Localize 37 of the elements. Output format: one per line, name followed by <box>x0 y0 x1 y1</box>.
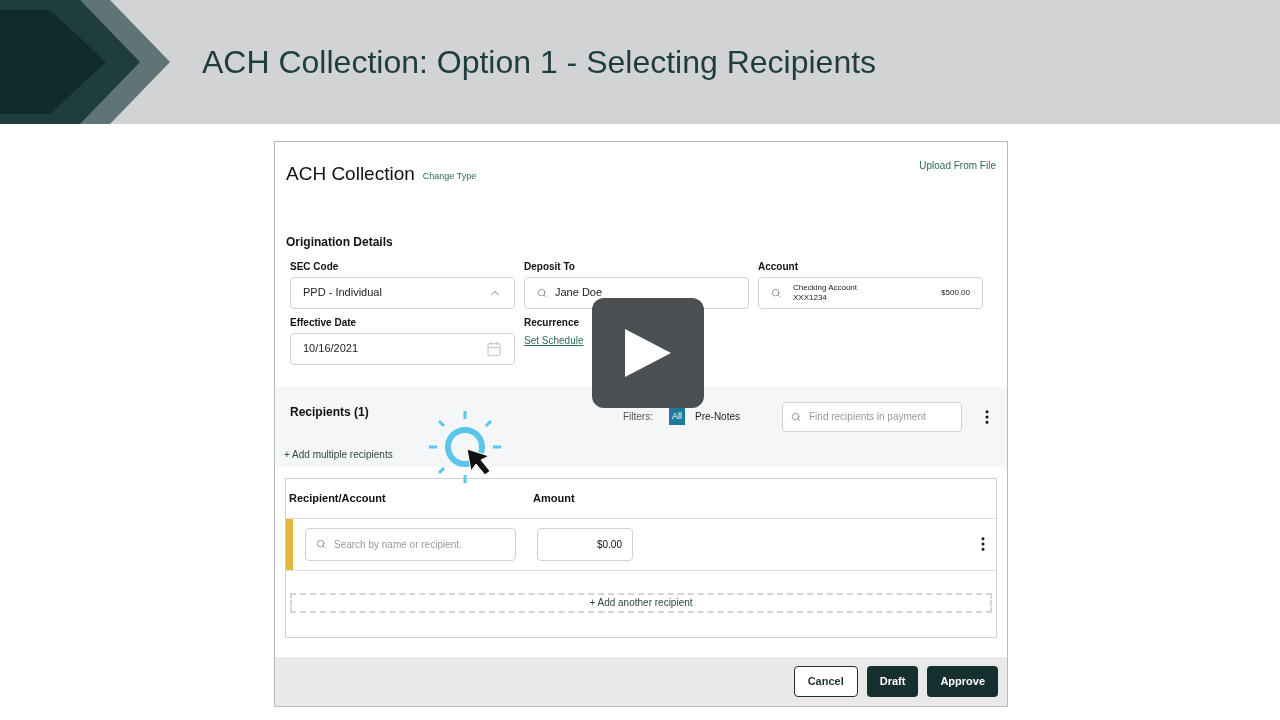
action-button[interactable]: Draft <box>866 666 919 697</box>
filter-chip[interactable]: Pre-Notes <box>693 409 742 424</box>
chevron-logo-icon <box>0 0 170 124</box>
account-balance: $500.00 <box>941 286 970 299</box>
video-play-button[interactable] <box>592 298 704 408</box>
select-field[interactable]: PPD - Individual <box>290 276 515 309</box>
account-name: Checking Account <box>793 282 858 293</box>
account-field[interactable]: Checking Account XXX1234 $500.00 <box>758 276 983 309</box>
field-label: Effective Date <box>290 315 358 330</box>
search-icon <box>537 287 547 298</box>
recipients-heading: Recipients (1) <box>290 403 370 421</box>
action-button[interactable]: Cancel <box>793 666 858 697</box>
section-heading: Origination Details <box>286 233 394 251</box>
column-header: Recipient/Account <box>289 490 387 506</box>
search-icon <box>771 287 781 298</box>
column-header: Amount <box>533 490 575 506</box>
filters-label: Filters: <box>622 410 653 424</box>
add-multiple-link[interactable]: + Add multiple recipients <box>284 446 393 462</box>
field-label: Deposit To <box>524 259 576 274</box>
action-button[interactable]: Approve <box>927 666 998 697</box>
field-label: Account <box>758 259 799 274</box>
amount-field[interactable]: $0.00 <box>537 527 633 561</box>
add-recipient-button[interactable]: + Add another recipient <box>290 592 992 613</box>
search-icon <box>316 539 326 549</box>
row-marker <box>286 518 293 570</box>
set-schedule-link[interactable]: Set Schedule <box>524 332 584 348</box>
date-field[interactable]: 10/16/2021 <box>290 332 515 365</box>
account-number: XXX1234 <box>793 292 828 303</box>
play-icon <box>625 329 671 377</box>
change-type-link[interactable]: Change Type <box>422 170 477 184</box>
upload-link[interactable]: Upload From File <box>919 158 996 189</box>
slide-title: ACH Collection: Option 1 - Selecting Recipients <box>202 43 877 82</box>
search-icon <box>791 411 801 422</box>
field-label: Recurrence <box>524 315 581 330</box>
calendar-icon <box>486 340 502 357</box>
field-label: SEC Code <box>290 259 340 274</box>
page-title: ACH Collection <box>286 162 415 186</box>
